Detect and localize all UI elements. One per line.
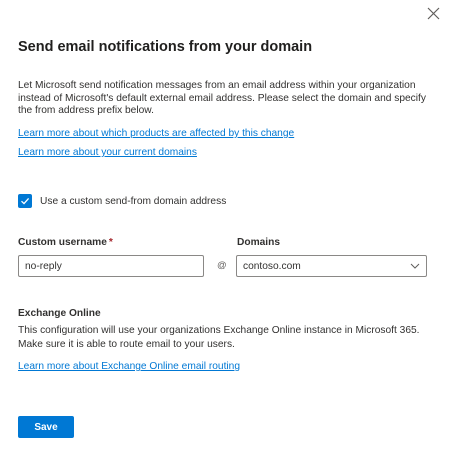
affected-products-link[interactable]: Learn more about which products are affe… (18, 128, 294, 139)
exchange-section-title: Exchange Online (18, 308, 101, 319)
close-button[interactable] (424, 4, 442, 22)
required-marker: * (108, 237, 113, 248)
custom-domain-checkbox-row[interactable]: Use a custom send-from domain address (18, 194, 226, 208)
domains-dropdown[interactable]: contoso.com (236, 255, 427, 277)
domains-label: Domains (237, 237, 281, 248)
exchange-routing-link[interactable]: Learn more about Exchange Online email r… (18, 361, 240, 372)
custom-domain-checkbox[interactable] (18, 194, 32, 208)
checkmark-icon (21, 197, 30, 205)
current-domains-link[interactable]: Learn more about your current domains (18, 147, 197, 158)
dialog-title: Send email notifications from your domai… (18, 39, 313, 55)
username-label: Custom username * (18, 237, 113, 248)
save-button[interactable]: Save (18, 416, 74, 438)
chevron-down-icon (410, 263, 420, 269)
username-label-text: Custom username (18, 237, 107, 248)
dialog-description: Let Microsoft send notification messages… (18, 80, 426, 117)
domains-dropdown-value: contoso.com (243, 260, 301, 272)
close-icon (427, 7, 439, 19)
username-input[interactable] (18, 255, 204, 277)
at-symbol: @ (217, 260, 227, 271)
exchange-section-description: This configuration will use your organiz… (18, 325, 420, 350)
custom-domain-checkbox-label: Use a custom send-from domain address (40, 195, 227, 207)
